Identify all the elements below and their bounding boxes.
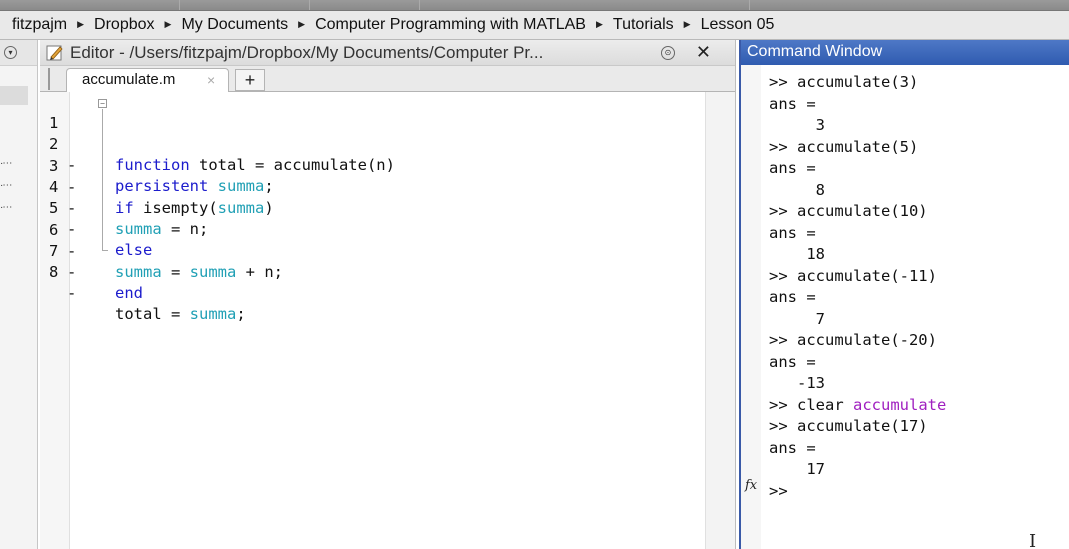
current-folder-panel: ▾ ·⋯ ·⋯ ·⋯ — [0, 40, 38, 549]
tab-close-icon[interactable]: × — [207, 72, 215, 88]
command-window-title: Command Window — [741, 40, 1069, 65]
persistent-variable: summa — [189, 305, 237, 324]
console-command: >> clear — [769, 395, 853, 414]
editor-title: Editor - /Users/fitzpajm/Dropbox/My Docu… — [70, 42, 544, 62]
panel-actions-icon[interactable]: ▾ — [4, 46, 17, 59]
console-line: >> accumulate(5) — [769, 137, 919, 156]
breadcrumb-item[interactable]: fitzpajm — [10, 16, 69, 34]
breadcrumb-arrow-icon: ▶ — [683, 18, 691, 29]
toolstrip — [0, 0, 1069, 11]
tab-divider — [48, 68, 50, 90]
editor-panel: Editor - /Users/fitzpajm/Dropbox/My Docu… — [40, 40, 736, 549]
file-row-ellipsis[interactable]: ·⋯ — [0, 158, 12, 169]
editor-tab-bar: accumulate.m × + — [40, 66, 735, 92]
toolstrip-section — [0, 0, 180, 10]
console-line: ans = — [769, 288, 816, 306]
breadcrumb-arrow-icon: ▶ — [77, 18, 85, 29]
console-command-arg: accumulate — [853, 395, 947, 414]
selected-file-row[interactable] — [0, 86, 28, 105]
code-text: = — [161, 262, 190, 281]
function-browser-icon[interactable]: fx — [745, 478, 757, 493]
breadcrumb-item[interactable]: Computer Programming with MATLAB — [313, 16, 588, 34]
console-line: 8 — [769, 180, 825, 199]
code-line: 4 - summa = n; — [40, 156, 730, 238]
line-number: 8 — [49, 263, 59, 282]
console-line: 3 — [769, 116, 825, 134]
breakpoint-marker[interactable]: - — [67, 283, 76, 304]
console-line: >> accumulate(10) — [769, 202, 928, 220]
code-text: + n; — [236, 262, 284, 281]
console-line: ans = — [769, 159, 816, 177]
persistent-variable: summa — [115, 262, 162, 281]
editor-close-button[interactable]: ✕ — [696, 42, 711, 63]
console-line: 18 — [769, 245, 825, 263]
code-line: 3 - if isempty(summa) — [40, 135, 730, 217]
breadcrumb-item[interactable]: Lesson 05 — [699, 16, 777, 34]
code-line: 1 function total = accumulate(n) — [40, 92, 730, 174]
editor-title-bar: Editor - /Users/fitzpajm/Dropbox/My Docu… — [40, 40, 735, 66]
new-tab-button[interactable]: + — [235, 69, 265, 91]
console-line: >> accumulate(17) — [769, 417, 928, 435]
breadcrumb-item[interactable]: Dropbox — [92, 16, 156, 34]
file-row-ellipsis[interactable]: ·⋯ — [0, 202, 12, 213]
pencil-icon — [46, 44, 64, 62]
console-line: ans = — [769, 438, 816, 457]
code-area[interactable]: − 1 function total = accumulate(n) 2 - p… — [40, 92, 735, 549]
command-window-gutter — [741, 65, 761, 549]
code-line: 2 - persistent summa; — [40, 113, 730, 195]
console-line: >> accumulate(-20) — [769, 331, 937, 349]
console-line: ans = — [769, 223, 816, 242]
console-line: ans = — [769, 352, 816, 371]
tab-accumulate[interactable]: accumulate.m × — [66, 68, 229, 92]
console-line: 17 — [769, 460, 825, 478]
command-window: Command Window >> accumulate(3) ans = 3 … — [739, 40, 1069, 549]
console-line: 7 — [769, 309, 825, 328]
code-line: 5 - else — [40, 177, 730, 259]
code-text: ; — [236, 305, 246, 324]
toolstrip-section — [420, 0, 750, 10]
keyword: end — [115, 283, 143, 302]
code-line: 7 - end — [40, 220, 730, 302]
code-text: total = — [115, 305, 190, 324]
command-window-body[interactable]: >> accumulate(3) ans = 3 >> accumulate(5… — [741, 65, 1069, 549]
breadcrumb-item[interactable]: My Documents — [179, 16, 290, 34]
address-bar[interactable]: fitzpajm ▶ Dropbox ▶ My Documents ▶ Comp… — [0, 11, 1069, 40]
breadcrumb-arrow-icon: ▶ — [164, 18, 172, 29]
console-line: >> accumulate(-11) — [769, 266, 937, 285]
console-line: ans = — [769, 94, 816, 113]
persistent-variable: summa — [189, 262, 237, 281]
current-folder-header: ▾ — [0, 40, 37, 66]
console-line: >> accumulate(3) — [769, 73, 919, 91]
breadcrumb-arrow-icon: ▶ — [595, 18, 603, 29]
toolstrip-section — [180, 0, 310, 10]
breadcrumb-item[interactable]: Tutorials — [611, 16, 676, 34]
editor-actions-icon[interactable]: ⊙ — [661, 46, 675, 60]
tab-label: accumulate.m — [82, 71, 176, 88]
file-row-ellipsis[interactable]: ·⋯ — [0, 180, 12, 191]
console-line: >> clear accumulate — [769, 395, 946, 416]
command-prompt[interactable]: >> — [769, 481, 788, 502]
breadcrumb-arrow-icon: ▶ — [298, 18, 306, 29]
toolstrip-section — [310, 0, 420, 10]
code-line: 6 - summa = summa + n; — [40, 199, 730, 281]
editor-scrollbar[interactable] — [705, 92, 735, 549]
console-line: -13 — [769, 374, 825, 392]
text-cursor-icon: I — [1029, 531, 1037, 549]
code-line: 8 - total = summa; — [40, 241, 730, 323]
